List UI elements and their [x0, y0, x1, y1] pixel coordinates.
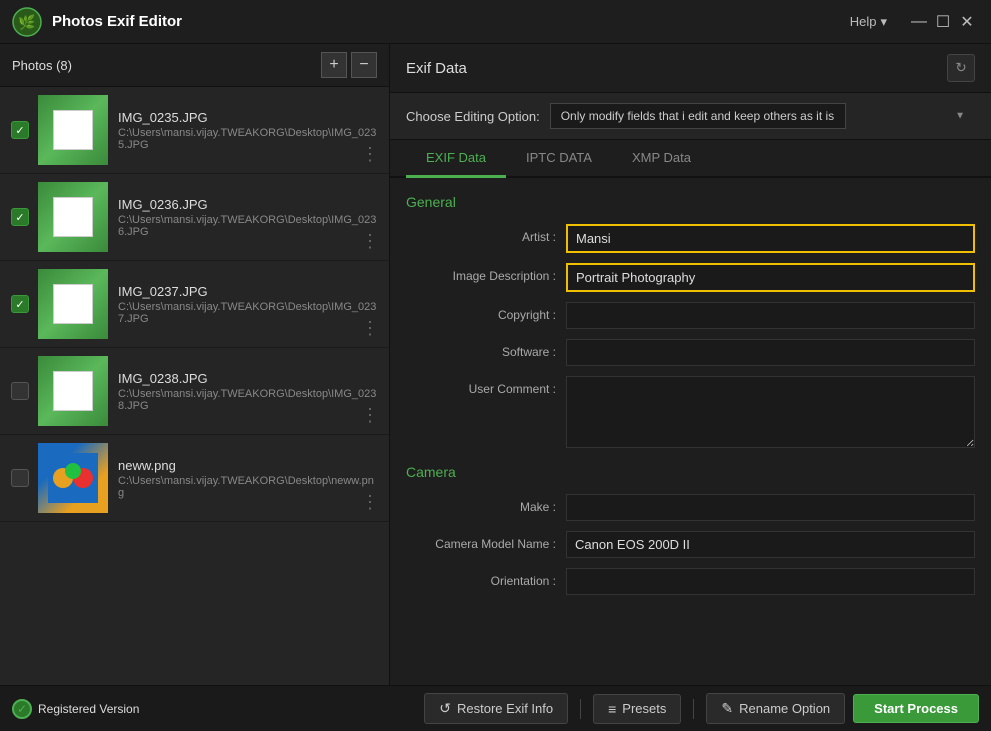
photo-path: C:\Users\mansi.vijay.TWEAKORG\Desktop\IM… [118, 388, 379, 412]
registered-label: Registered Version [38, 702, 139, 716]
list-item[interactable]: ✓ IMG_0237.JPG C:\Users\mansi.vijay.TWEA… [0, 261, 389, 348]
photo-path: C:\Users\mansi.vijay.TWEAKORG\Desktop\ne… [118, 475, 379, 499]
separator-2 [693, 699, 694, 719]
tab-exif-data[interactable]: EXIF Data [406, 140, 506, 178]
photo-filename: IMG_0237.JPG [118, 284, 379, 299]
tabs-row: EXIF Data IPTC DATA XMP Data [390, 140, 991, 178]
more-options-icon[interactable]: ⋮ [361, 231, 379, 252]
exif-data-title: Exif Data [406, 60, 467, 77]
make-input[interactable] [566, 494, 975, 521]
photo-filename: IMG_0236.JPG [118, 197, 379, 212]
app-logo: 🌿 [12, 7, 42, 37]
photo-checkbox-3[interactable]: ✓ [10, 294, 30, 314]
editing-option-select[interactable]: Only modify fields that i edit and keep … [550, 103, 846, 129]
photos-count-label: Photos (8) [12, 58, 317, 73]
photo-thumbnail-4 [38, 356, 108, 426]
image-description-label: Image Description : [406, 263, 566, 283]
photo-thumbnail-5 [38, 443, 108, 513]
artist-input[interactable] [566, 224, 975, 253]
photo-thumbnail-2 [38, 182, 108, 252]
user-comment-row: User Comment : [406, 376, 975, 448]
title-bar: 🌿 Photos Exif Editor Help ▾ — ☐ ✕ [0, 0, 991, 44]
editing-option-label: Choose Editing Option: [406, 109, 540, 124]
software-row: Software : [406, 339, 975, 366]
main-layout: Photos (8) + − ✓ IMG_0235.JPG C:\Users\m… [0, 44, 991, 685]
rename-option-button[interactable]: ✎ Rename Option [706, 693, 845, 724]
image-description-input[interactable] [566, 263, 975, 292]
photo-checkbox-2[interactable]: ✓ [10, 207, 30, 227]
tab-xmp-data[interactable]: XMP Data [612, 140, 711, 178]
start-process-button[interactable]: Start Process [853, 694, 979, 723]
registered-badge: ✓ Registered Version [12, 699, 416, 719]
camera-model-label: Camera Model Name : [406, 531, 566, 551]
make-row: Make : [406, 494, 975, 521]
list-item[interactable]: ✓ IMG_0236.JPG C:\Users\mansi.vijay.TWEA… [0, 174, 389, 261]
camera-section-title: Camera [406, 464, 975, 480]
list-item[interactable]: neww.png C:\Users\mansi.vijay.TWEAKORG\D… [0, 435, 389, 522]
copyright-label: Copyright : [406, 302, 566, 322]
minimize-button[interactable]: — [907, 10, 931, 34]
general-section: General Artist : Image Description : Cop… [406, 194, 975, 448]
separator [580, 699, 581, 719]
add-photo-button[interactable]: + [321, 52, 347, 78]
restore-icon: ↺ [439, 700, 451, 717]
photo-path: C:\Users\mansi.vijay.TWEAKORG\Desktop\IM… [118, 301, 379, 325]
editing-option-select-wrapper: Only modify fields that i edit and keep … [550, 103, 975, 129]
photo-checkbox-1[interactable]: ✓ [10, 120, 30, 140]
close-button[interactable]: ✕ [955, 10, 979, 34]
camera-model-input[interactable] [566, 531, 975, 558]
rename-icon: ✎ [721, 700, 733, 717]
orientation-label: Orientation : [406, 568, 566, 588]
editing-option-row: Choose Editing Option: Only modify field… [390, 93, 991, 140]
make-label: Make : [406, 494, 566, 514]
exif-header: Exif Data ↻ [390, 44, 991, 93]
orientation-input[interactable] [566, 568, 975, 595]
image-description-row: Image Description : [406, 263, 975, 292]
copyright-input[interactable] [566, 302, 975, 329]
photo-checkbox-4[interactable] [10, 381, 30, 401]
user-comment-label: User Comment : [406, 376, 566, 396]
tab-iptc-data[interactable]: IPTC DATA [506, 140, 612, 178]
photo-checkbox-5[interactable] [10, 468, 30, 488]
copyright-row: Copyright : [406, 302, 975, 329]
refresh-button[interactable]: ↻ [947, 54, 975, 82]
photo-thumbnail-3 [38, 269, 108, 339]
user-comment-input[interactable] [566, 376, 975, 448]
presets-icon: ≡ [608, 701, 616, 717]
presets-button[interactable]: ≡ Presets [593, 694, 681, 724]
camera-model-row: Camera Model Name : [406, 531, 975, 558]
camera-section: Camera Make : Camera Model Name : Orient… [406, 464, 975, 595]
bottom-bar: ✓ Registered Version ↺ Restore Exif Info… [0, 685, 991, 731]
general-section-title: General [406, 194, 975, 210]
software-label: Software : [406, 339, 566, 359]
list-item[interactable]: IMG_0238.JPG C:\Users\mansi.vijay.TWEAKO… [0, 348, 389, 435]
registered-icon: ✓ [12, 699, 32, 719]
right-panel: Exif Data ↻ Choose Editing Option: Only … [390, 44, 991, 685]
photos-list: ✓ IMG_0235.JPG C:\Users\mansi.vijay.TWEA… [0, 87, 389, 685]
photo-thumbnail-1 [38, 95, 108, 165]
artist-row: Artist : [406, 224, 975, 253]
form-area: General Artist : Image Description : Cop… [390, 178, 991, 685]
remove-photo-button[interactable]: − [351, 52, 377, 78]
left-panel: Photos (8) + − ✓ IMG_0235.JPG C:\Users\m… [0, 44, 390, 685]
more-options-icon[interactable]: ⋮ [361, 492, 379, 513]
help-button[interactable]: Help ▾ [850, 14, 887, 30]
more-options-icon[interactable]: ⋮ [361, 318, 379, 339]
app-title: Photos Exif Editor [52, 13, 850, 30]
photo-path: C:\Users\mansi.vijay.TWEAKORG\Desktop\IM… [118, 127, 379, 151]
maximize-button[interactable]: ☐ [931, 10, 955, 34]
software-input[interactable] [566, 339, 975, 366]
photos-header: Photos (8) + − [0, 44, 389, 87]
photo-path: C:\Users\mansi.vijay.TWEAKORG\Desktop\IM… [118, 214, 379, 238]
photo-filename: neww.png [118, 458, 379, 473]
restore-exif-button[interactable]: ↺ Restore Exif Info [424, 693, 568, 724]
more-options-icon[interactable]: ⋮ [361, 405, 379, 426]
svg-text:🌿: 🌿 [18, 14, 35, 31]
photo-filename: IMG_0238.JPG [118, 371, 379, 386]
more-options-icon[interactable]: ⋮ [361, 144, 379, 165]
orientation-row: Orientation : [406, 568, 975, 595]
photo-filename: IMG_0235.JPG [118, 110, 379, 125]
list-item[interactable]: ✓ IMG_0235.JPG C:\Users\mansi.vijay.TWEA… [0, 87, 389, 174]
artist-label: Artist : [406, 224, 566, 244]
